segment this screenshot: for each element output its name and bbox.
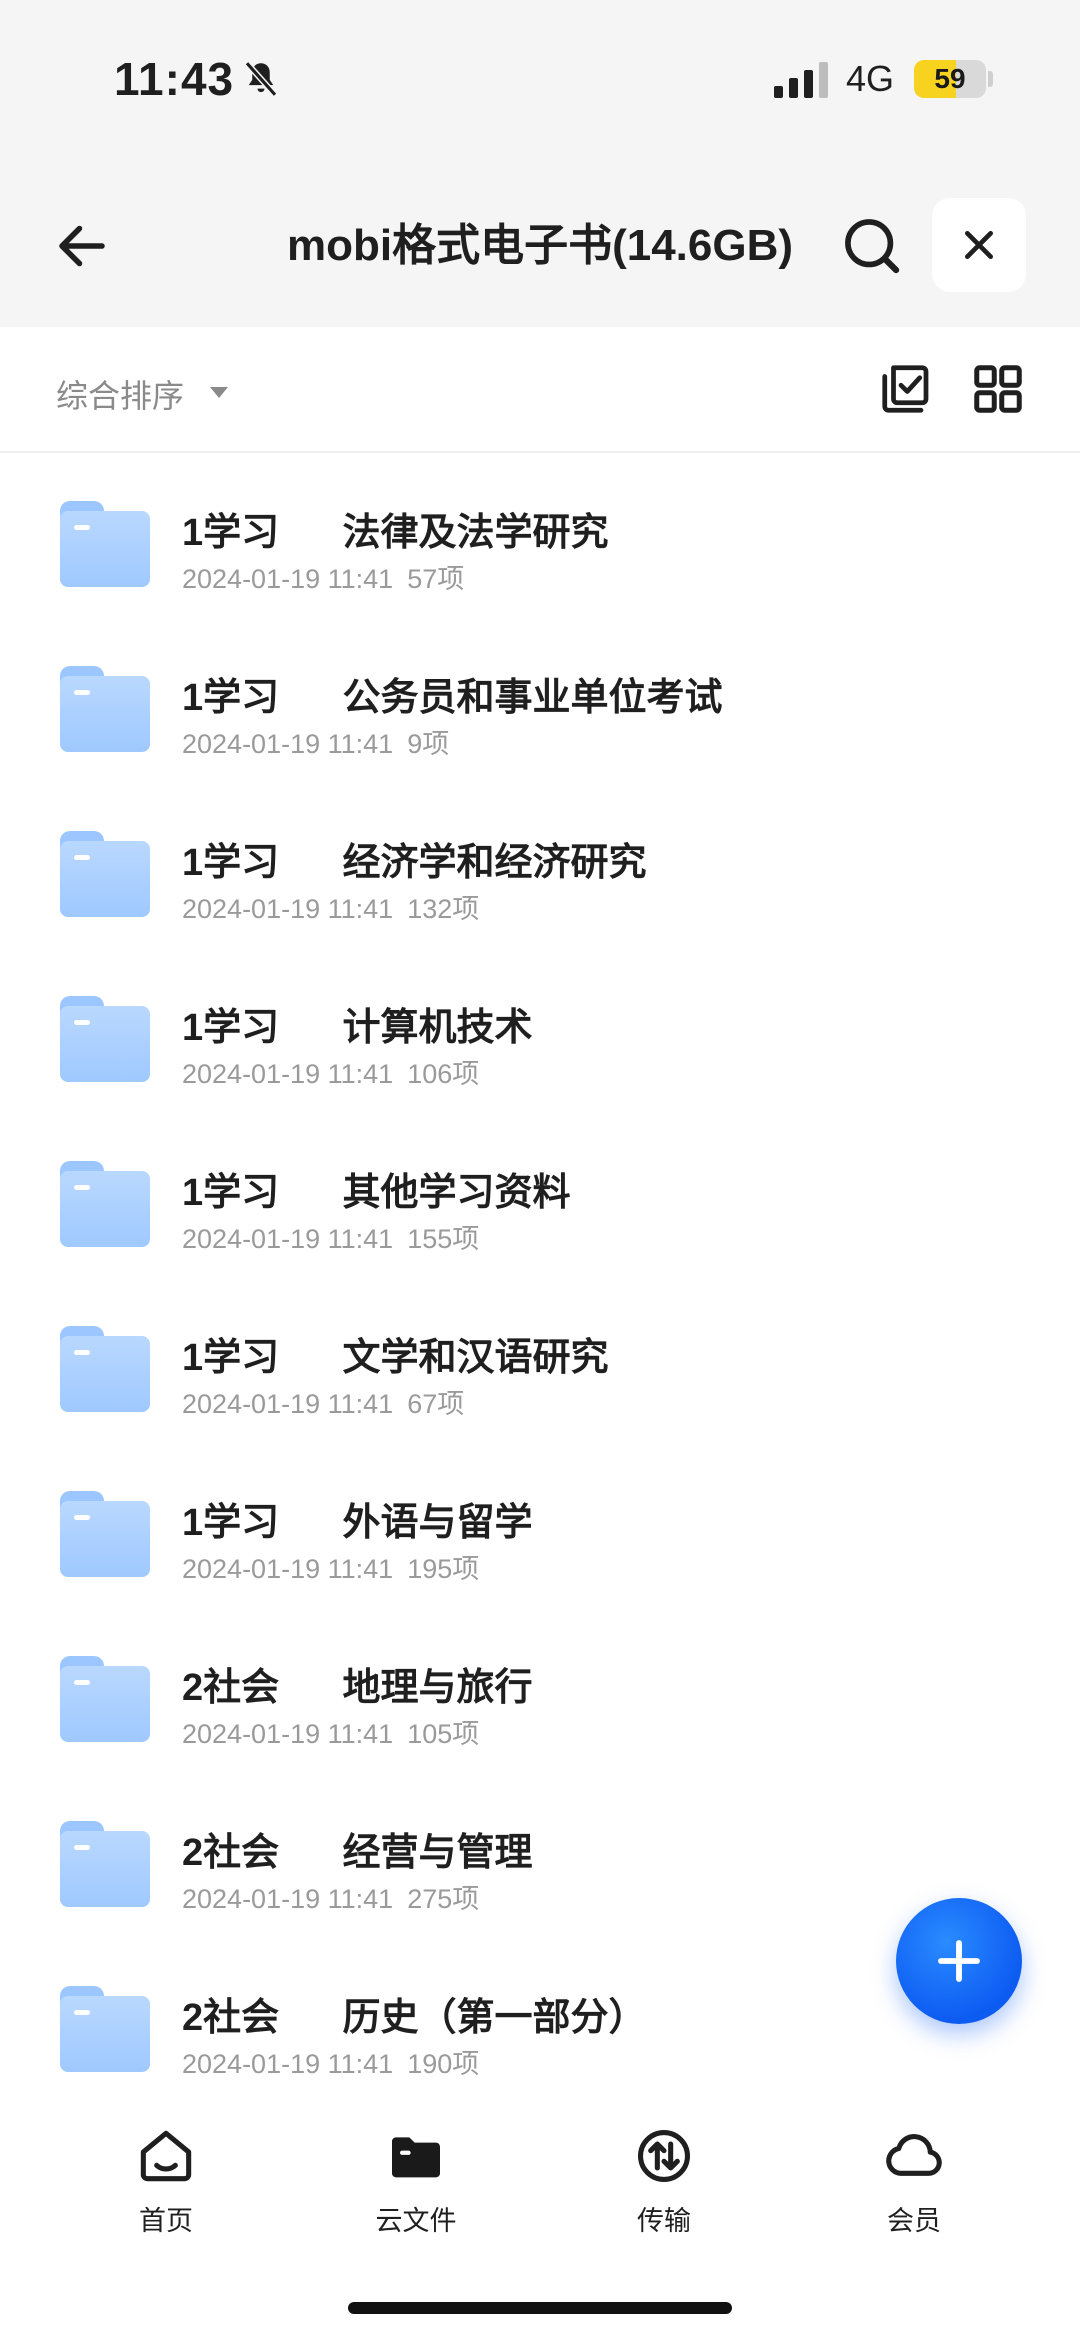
- tab-home[interactable]: 首页: [96, 2124, 236, 2238]
- battery-cap: [988, 71, 993, 87]
- home-indicator[interactable]: [348, 2302, 732, 2314]
- folder-date: 2024-01-19 11:41: [182, 894, 394, 924]
- folder-icon: [60, 666, 150, 752]
- toolbar: 综合排序: [0, 327, 1080, 453]
- folder-date: 2024-01-19 11:41: [182, 1224, 394, 1254]
- folder-meta: 2024-01-19 11:41 195项: [182, 1547, 493, 1586]
- folder-icon: [60, 1161, 150, 1247]
- back-arrow-icon: [59, 225, 105, 267]
- tab-bar: 首页 云文件 传输 会员: [0, 2090, 1080, 2260]
- folder-row[interactable]: 1学习 公务员和事业单位考试 2024-01-19 11:41 9项: [0, 618, 1080, 783]
- folder-date: 2024-01-19 11:41: [182, 729, 394, 759]
- folder-icon: [60, 1986, 150, 2072]
- grid-view-icon[interactable]: [968, 359, 1028, 419]
- folder-row[interactable]: 1学习 经济学和经济研究 2024-01-19 11:41 132项: [0, 783, 1080, 948]
- folder-meta: 2024-01-19 11:41 106项: [182, 1052, 493, 1091]
- folder-name: 2社会 地理与旅行: [182, 1667, 533, 1709]
- transfer-icon: [637, 2129, 691, 2183]
- folder-name: 1学习 计算机技术: [182, 1007, 533, 1049]
- cloud-icon: [886, 2134, 942, 2176]
- signal-icon: [774, 62, 828, 98]
- plus-icon: [938, 1940, 980, 1982]
- folder-meta: 2024-01-19 11:41 155项: [182, 1217, 493, 1256]
- folder-meta: 2024-01-19 11:41 275项: [182, 1877, 493, 1916]
- sort-dropdown[interactable]: 综合排序: [56, 371, 184, 417]
- back-button[interactable]: [52, 212, 112, 280]
- battery-percent: 59: [934, 63, 966, 94]
- folder-name: 2社会 经营与管理: [182, 1832, 533, 1874]
- tab-transfer-label: 传输: [637, 2206, 691, 2236]
- folder-meta: 2024-01-19 11:41 190项: [182, 2042, 493, 2081]
- close-button[interactable]: [932, 198, 1026, 292]
- folder-count: 57项: [407, 564, 465, 594]
- folder-date: 2024-01-19 11:41: [182, 1389, 394, 1419]
- folder-icon: [60, 1326, 150, 1412]
- folder-icon: [60, 1491, 150, 1577]
- tab-transfer[interactable]: 传输: [594, 2124, 734, 2238]
- close-icon: [965, 231, 993, 259]
- folder-date: 2024-01-19 11:41: [182, 1719, 394, 1749]
- folder-count: 106项: [407, 1059, 480, 1089]
- page-title: mobi格式电子书(14.6GB): [286, 221, 794, 270]
- tab-cloud-files[interactable]: 云文件: [346, 2124, 486, 2238]
- folder-meta: 2024-01-19 11:41 9项: [182, 722, 463, 761]
- folder-meta: 2024-01-19 11:41 105项: [182, 1712, 493, 1751]
- search-button[interactable]: [838, 212, 906, 280]
- folder-count: 132项: [407, 894, 480, 924]
- tab-home-label: 首页: [139, 2206, 193, 2236]
- folder-row[interactable]: 2社会 地理与旅行 2024-01-19 11:41 105项: [0, 1608, 1080, 1773]
- folder-date: 2024-01-19 11:41: [182, 1884, 394, 1914]
- battery-indicator: 59: [914, 60, 986, 98]
- folder-name: 2社会 历史（第一部分）: [182, 1997, 647, 2039]
- tab-membership-label: 会员: [887, 2206, 941, 2236]
- bell-slash-icon: [244, 61, 278, 97]
- folder-name: 1学习 其他学习资料: [182, 1172, 571, 1214]
- folder-row[interactable]: 1学习 外语与留学 2024-01-19 11:41 195项: [0, 1443, 1080, 1608]
- folder-icon: [60, 501, 150, 587]
- folder-date: 2024-01-19 11:41: [182, 1554, 394, 1584]
- folder-count: 105项: [407, 1719, 480, 1749]
- folder-name: 1学习 法律及法学研究: [182, 512, 609, 554]
- folder-row[interactable]: 1学习 法律及法学研究 2024-01-19 11:41 57项: [0, 453, 1080, 618]
- tab-membership[interactable]: 会员: [844, 2124, 984, 2238]
- status-time: 11:43: [114, 53, 235, 105]
- folder-name: 1学习 公务员和事业单位考试: [182, 677, 723, 719]
- network-type: 4G: [846, 58, 895, 99]
- folder-row[interactable]: 1学习 文学和汉语研究 2024-01-19 11:41 67项: [0, 1278, 1080, 1443]
- folder-icon: [392, 2137, 440, 2178]
- folder-icon: [60, 831, 150, 917]
- caret-down-icon[interactable]: [210, 387, 228, 398]
- folder-count: 195项: [407, 1554, 480, 1584]
- folder-icon: [60, 996, 150, 1082]
- folder-meta: 2024-01-19 11:41 132项: [182, 887, 493, 926]
- folder-count: 9项: [407, 729, 450, 759]
- folder-row[interactable]: 1学习 计算机技术 2024-01-19 11:41 106项: [0, 948, 1080, 1113]
- folder-list: 1学习 法律及法学研究 2024-01-19 11:41 57项 1学习 公务员和事业…: [0, 453, 1080, 2103]
- folder-icon: [60, 1656, 150, 1742]
- folder-count: 67项: [407, 1389, 465, 1419]
- folder-date: 2024-01-19 11:41: [182, 564, 394, 594]
- folder-row[interactable]: 1学习 其他学习资料 2024-01-19 11:41 155项: [0, 1113, 1080, 1278]
- folder-date: 2024-01-19 11:41: [182, 1059, 394, 1089]
- folder-icon: [60, 1821, 150, 1907]
- folder-count: 275项: [407, 1884, 480, 1914]
- folder-date: 2024-01-19 11:41: [182, 2049, 394, 2079]
- tab-cloud-files-label: 云文件: [375, 2206, 457, 2236]
- folder-name: 1学习 外语与留学: [182, 1502, 533, 1544]
- home-icon: [140, 2130, 192, 2182]
- multi-select-icon[interactable]: [876, 359, 936, 419]
- folder-meta: 2024-01-19 11:41 67项: [182, 1382, 478, 1421]
- folder-name: 1学习 文学和汉语研究: [182, 1337, 609, 1379]
- folder-count: 155项: [407, 1224, 480, 1254]
- folder-name: 1学习 经济学和经济研究: [182, 842, 647, 884]
- search-icon: [845, 219, 900, 274]
- folder-meta: 2024-01-19 11:41 57项: [182, 557, 478, 596]
- add-button[interactable]: [896, 1898, 1022, 2024]
- folder-count: 190项: [407, 2049, 480, 2079]
